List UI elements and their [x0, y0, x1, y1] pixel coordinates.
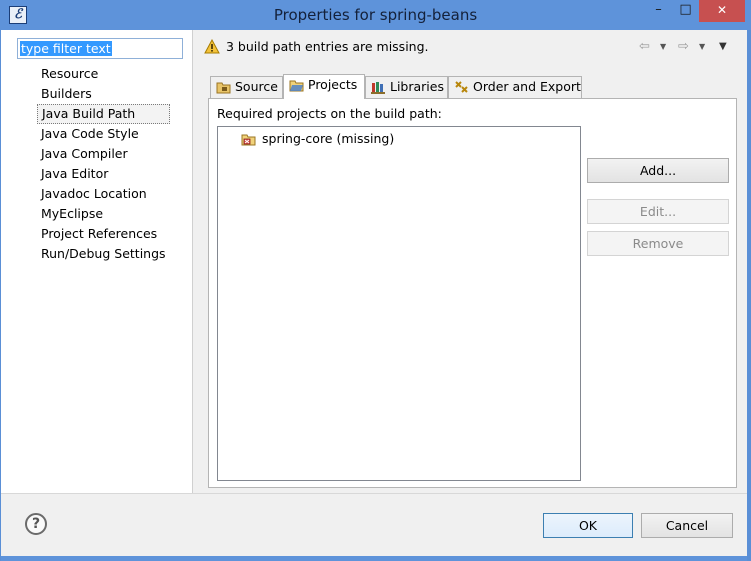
- window-title: Properties for spring-beans: [273, 6, 478, 24]
- source-folder-icon: [216, 82, 231, 94]
- missing-project-icon: [241, 134, 256, 146]
- maximize-button[interactable]: □: [672, 0, 699, 22]
- tab-libraries[interactable]: Libraries: [365, 76, 448, 98]
- page-header: 3 build path entries are missing. ⇦ ▼ ⇨ …: [194, 30, 747, 64]
- page-message: 3 build path entries are missing.: [226, 39, 429, 54]
- build-path-page: 3 build path entries are missing. ⇦ ▼ ⇨ …: [194, 30, 747, 493]
- forward-history-dropdown[interactable]: ▼: [699, 39, 705, 55]
- list-item[interactable]: spring-core (missing): [240, 130, 394, 148]
- view-menu-icon[interactable]: ▼: [719, 39, 727, 55]
- list-item-label: spring-core (missing): [262, 131, 395, 146]
- tree-item-project-references[interactable]: Project References: [37, 224, 170, 244]
- tree-item-run-debug-settings[interactable]: Run/Debug Settings: [37, 244, 170, 264]
- tab-order-and-export[interactable]: Order and Export: [448, 76, 582, 98]
- tree-item-builders[interactable]: Builders: [37, 84, 170, 104]
- ok-button[interactable]: OK: [543, 513, 633, 538]
- filter-input-text: type filter text: [20, 41, 112, 56]
- tree-item-javadoc-location[interactable]: Javadoc Location: [37, 184, 170, 204]
- add-button[interactable]: Add...: [587, 158, 729, 183]
- back-arrow-icon[interactable]: ⇦: [639, 39, 650, 55]
- tree-item-resource[interactable]: Resource: [37, 64, 170, 84]
- tab-order-and-export-label: Order and Export: [473, 79, 581, 94]
- help-icon[interactable]: ?: [25, 513, 47, 535]
- tab-projects[interactable]: Projects: [283, 74, 365, 99]
- filter-input[interactable]: type filter text: [17, 38, 183, 59]
- required-projects-label: Required projects on the build path:: [217, 106, 442, 121]
- tree-item-java-code-style[interactable]: Java Code Style: [37, 124, 170, 144]
- tree-item-java-build-path[interactable]: Java Build Path: [37, 104, 170, 124]
- required-projects-list[interactable]: spring-core (missing): [217, 126, 581, 481]
- tab-projects-label: Projects: [308, 77, 358, 92]
- project-folder-icon: [289, 80, 304, 92]
- property-pages-pane: type filter text Resource Builders Java …: [1, 30, 193, 493]
- property-pages-tree: Resource Builders Java Build Path Java C…: [37, 64, 170, 264]
- dialog-window: ℰ Properties for spring-beans – □ ✕ type…: [0, 0, 751, 561]
- button-bar-divider: [1, 493, 747, 494]
- edit-button[interactable]: Edit...: [587, 199, 729, 224]
- tree-item-java-compiler[interactable]: Java Compiler: [37, 144, 170, 164]
- tree-item-myeclipse[interactable]: MyEclipse: [37, 204, 170, 224]
- window-bottom-border: [1, 556, 747, 561]
- forward-arrow-icon[interactable]: ⇨: [678, 39, 689, 55]
- tab-source-label: Source: [235, 79, 278, 94]
- back-history-dropdown[interactable]: ▼: [660, 39, 666, 55]
- warning-icon: [204, 39, 220, 54]
- minimize-button[interactable]: –: [645, 0, 672, 22]
- tree-item-java-editor[interactable]: Java Editor: [37, 164, 170, 184]
- tab-source[interactable]: Source: [210, 76, 283, 98]
- libraries-icon: [371, 82, 385, 94]
- remove-button[interactable]: Remove: [587, 231, 729, 256]
- order-export-icon: [455, 81, 468, 93]
- dialog-client: type filter text Resource Builders Java …: [1, 30, 747, 556]
- tab-libraries-label: Libraries: [390, 79, 444, 94]
- cancel-button[interactable]: Cancel: [641, 513, 733, 538]
- projects-panel: Required projects on the build path: spr…: [208, 98, 737, 488]
- close-button[interactable]: ✕: [699, 0, 745, 22]
- title-bar[interactable]: ℰ Properties for spring-beans – □ ✕: [0, 0, 751, 30]
